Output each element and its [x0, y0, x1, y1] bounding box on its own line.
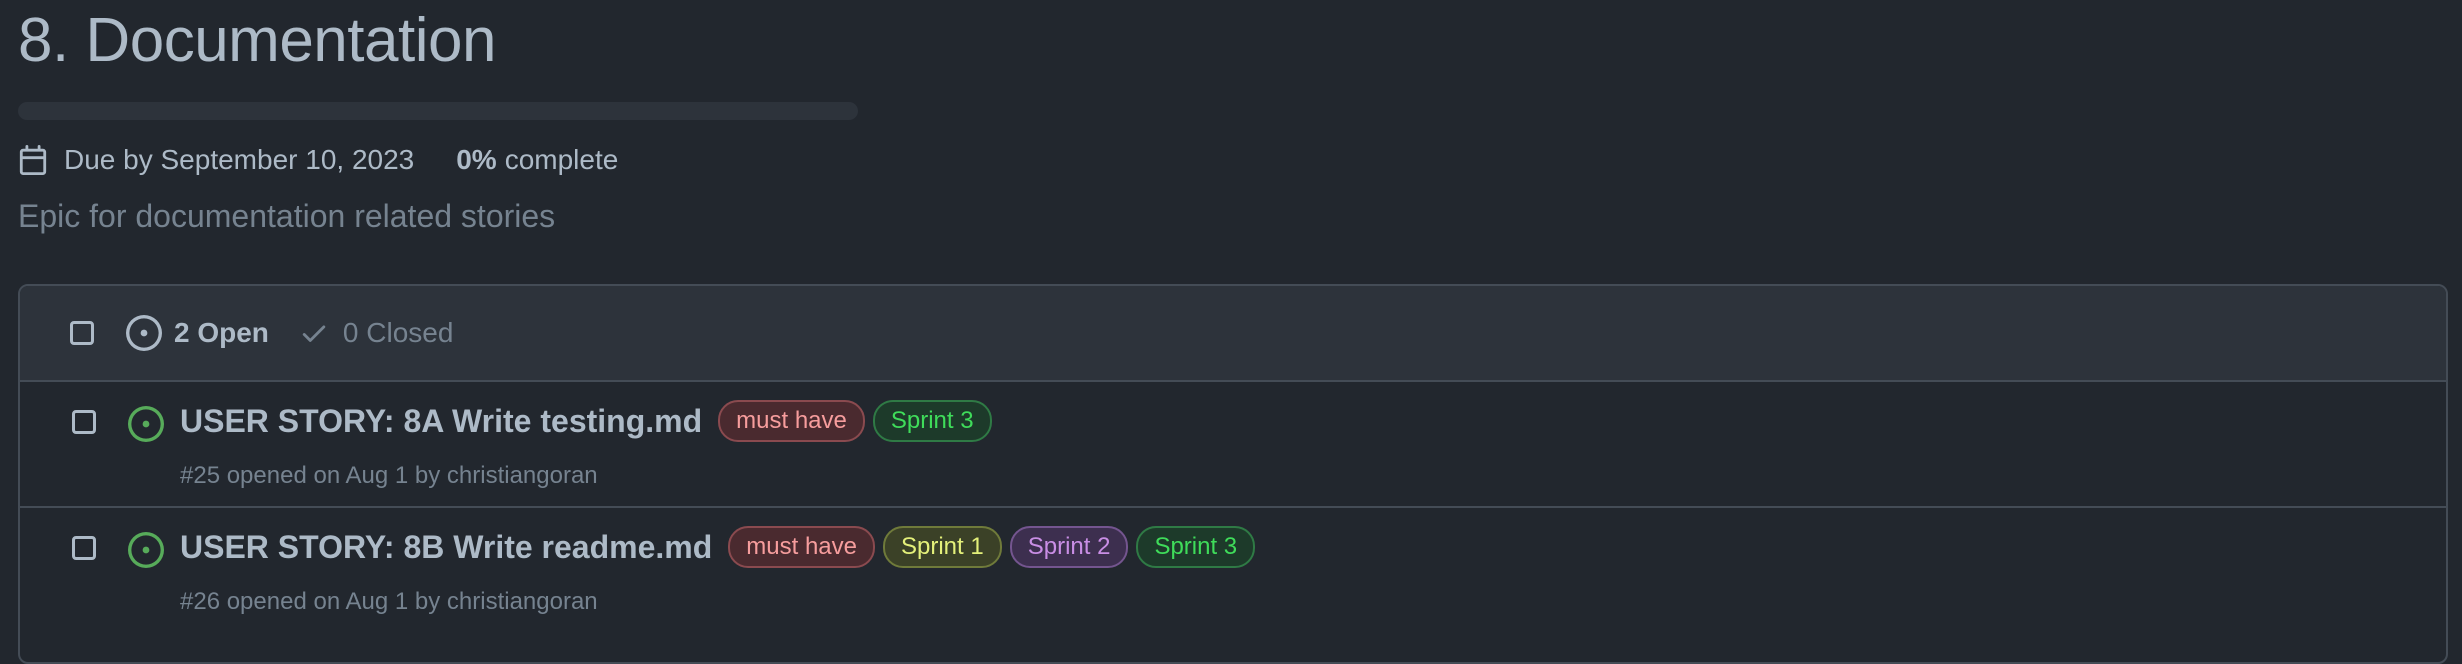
label-badge[interactable]: Sprint 1	[883, 526, 1002, 568]
label-badge[interactable]: Sprint 3	[1136, 526, 1256, 568]
issue-open-icon	[128, 406, 164, 442]
label-badge[interactable]: must have	[718, 400, 865, 442]
issue-checkbox[interactable]	[72, 410, 96, 434]
issue-opened-icon	[126, 315, 162, 351]
open-filter-link[interactable]: 2 Open	[174, 317, 269, 349]
milestone-title: 8. Documentation	[18, 6, 496, 75]
issue-open-icon	[128, 532, 164, 568]
issue-title-link[interactable]: USER STORY: 8A Write testing.md	[180, 403, 702, 440]
calendar-icon	[19, 145, 47, 175]
milestone-page: 8. Documentation Due by September 10, 20…	[0, 0, 2462, 664]
due-date: Due by September 10, 2023	[64, 144, 415, 175]
issue-list: 2 Open 0 Closed USER STORY: 8A Write tes…	[18, 284, 2448, 664]
issue-list-header: 2 Open 0 Closed	[20, 286, 2446, 382]
issue-meta: #26 opened on Aug 1 by christiangoran	[180, 588, 598, 615]
milestone-description: Epic for documentation related stories	[18, 198, 556, 234]
label-badge[interactable]: Sprint 2	[1009, 526, 1129, 568]
issue-checkbox[interactable]	[72, 536, 96, 560]
issue-title-line: USER STORY: 8A Write testing.md must have…	[180, 400, 992, 442]
label-badge[interactable]: must have	[728, 526, 875, 568]
issue-title-link[interactable]: USER STORY: 8B Write readme.md	[180, 529, 712, 566]
issue-row[interactable]: USER STORY: 8A Write testing.md must have…	[20, 382, 2446, 508]
progress-bar	[18, 102, 858, 120]
select-all-checkbox[interactable]	[70, 321, 94, 345]
percent-complete-label: complete	[504, 144, 619, 175]
closed-filter-link[interactable]: 0 Closed	[343, 317, 454, 349]
issue-row[interactable]: USER STORY: 8B Write readme.md must have S…	[20, 508, 2446, 634]
issue-meta: #25 opened on Aug 1 by christiangoran	[180, 462, 598, 489]
label-badge[interactable]: Sprint 3	[872, 400, 992, 442]
issue-title-line: USER STORY: 8B Write readme.md must have S…	[180, 526, 1256, 568]
check-icon	[302, 325, 326, 342]
percent-complete: 0%	[456, 144, 497, 175]
milestone-meta: Due by September 10, 2023 0% complete	[18, 140, 618, 180]
